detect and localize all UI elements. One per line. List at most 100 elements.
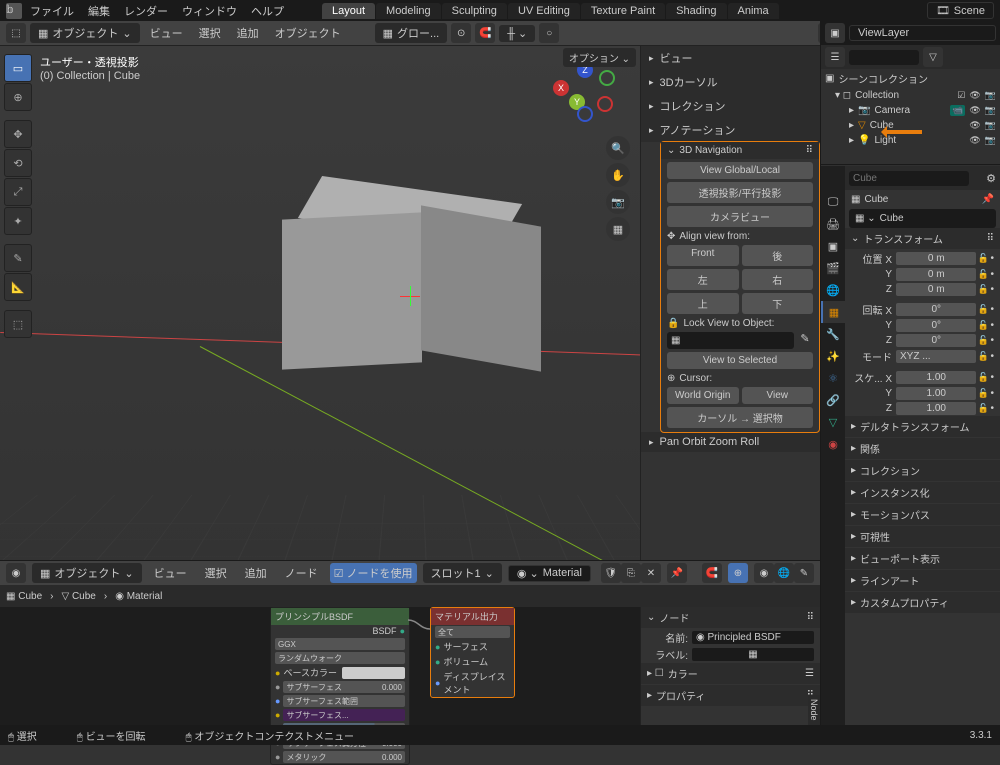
- manipulator-gizmo[interactable]: [400, 286, 420, 306]
- menu-edit[interactable]: 編集: [82, 1, 116, 21]
- lock-rm[interactable]: 🔓: [976, 351, 990, 362]
- tab-uv[interactable]: UV Editing: [508, 3, 580, 19]
- section-inst[interactable]: ▸インスタンス化: [845, 482, 1000, 503]
- coll-eye-icon[interactable]: 👁: [969, 90, 980, 101]
- props-options-icon[interactable]: ⚙: [986, 172, 996, 185]
- btn-right[interactable]: 右: [742, 269, 814, 290]
- lock-object-field[interactable]: ▦: [667, 332, 794, 349]
- btn-global-local[interactable]: View Global/Local: [667, 162, 813, 179]
- btn-back[interactable]: 後: [742, 245, 814, 266]
- cube-render-icon[interactable]: 📷: [985, 120, 996, 131]
- menu-render[interactable]: レンダー: [118, 1, 174, 21]
- persp-icon[interactable]: ▦: [606, 217, 630, 241]
- coll-render-icon[interactable]: 📷: [985, 90, 996, 101]
- snap-mode[interactable]: ╫ ⌄: [499, 25, 535, 42]
- btn-top[interactable]: 上: [667, 293, 739, 314]
- nshade-1[interactable]: ◉: [754, 563, 774, 583]
- pan-icon[interactable]: ✋: [606, 163, 630, 187]
- node-overlay-icon[interactable]: ⊕: [728, 563, 748, 583]
- cam-render-icon[interactable]: 📷: [985, 105, 996, 116]
- out-scene-coll[interactable]: ▣ シーンコレクション: [821, 69, 1000, 88]
- nside-label-val[interactable]: ▦: [692, 648, 814, 661]
- node-view[interactable]: ビュー: [148, 563, 193, 583]
- options-dropdown[interactable]: オプション ⌄: [563, 48, 636, 67]
- tool-cursor[interactable]: ⊕: [4, 83, 32, 111]
- npanel-view[interactable]: ▸ビュー: [641, 46, 820, 70]
- slot-dropdown[interactable]: スロット1 ⌄: [423, 563, 502, 583]
- section-coll[interactable]: ▸コレクション: [845, 460, 1000, 481]
- btn-cursor-view[interactable]: View: [742, 387, 814, 404]
- tool-addcube[interactable]: ⬚: [4, 310, 32, 338]
- nshade-3[interactable]: ✎: [794, 563, 814, 583]
- outliner-editor-icon[interactable]: ☰: [825, 47, 845, 67]
- mat-pin-icon[interactable]: 📌: [667, 563, 687, 583]
- mat-new-icon[interactable]: 🛡: [601, 563, 621, 583]
- gizmo-x[interactable]: X: [553, 80, 569, 96]
- rot-y-val[interactable]: 0°: [896, 319, 976, 332]
- nside-name-val[interactable]: ◉ Principled BSDF: [692, 631, 814, 644]
- lock-sx[interactable]: 🔓: [976, 372, 990, 383]
- btn-cursor-sel[interactable]: カーソル → 選択物: [667, 407, 813, 428]
- mat-copy-icon[interactable]: ⎘: [621, 563, 641, 583]
- sc-x-val[interactable]: 1.00: [896, 371, 976, 384]
- tool-rotate[interactable]: ⟲: [4, 149, 32, 177]
- ptab-constraint[interactable]: 🔗: [821, 389, 845, 411]
- hdr-add[interactable]: 追加: [231, 23, 265, 43]
- pos-x-val[interactable]: 0 m: [896, 252, 976, 265]
- outliner-search[interactable]: [849, 50, 919, 65]
- mode-dropdown[interactable]: ▦ オブジェクト ⌄: [30, 23, 140, 43]
- lock-rz[interactable]: 🔓: [976, 335, 990, 346]
- out-camera[interactable]: ▸ 📷 Camera 📹👁📷: [821, 103, 1000, 118]
- viewlayer-selector[interactable]: ViewLayer: [849, 25, 996, 41]
- node-sidetab[interactable]: Node: [808, 695, 820, 725]
- camera-icon[interactable]: 📷: [606, 190, 630, 214]
- bsdf-rw[interactable]: ランダムウォーク: [275, 652, 405, 664]
- lock-sz[interactable]: 🔓: [976, 403, 990, 414]
- node-material-output[interactable]: マテリアル出力 全て ●サーフェス ●ボリューム ●ディスプレイスメント: [430, 607, 515, 698]
- menu-window[interactable]: ウィンドウ: [176, 1, 243, 21]
- btn-left[interactable]: 左: [667, 269, 739, 290]
- section-vpdisp[interactable]: ▸ビューポート表示: [845, 548, 1000, 569]
- lock-rx[interactable]: 🔓: [976, 304, 990, 315]
- ptab-physics[interactable]: ⚛: [821, 367, 845, 389]
- section-lineart[interactable]: ▸ラインアート: [845, 570, 1000, 591]
- node-add[interactable]: 追加: [239, 563, 273, 583]
- ptab-object[interactable]: ▦: [821, 301, 845, 323]
- props-search[interactable]: [849, 171, 969, 186]
- viewlayer-icon[interactable]: ▣: [825, 23, 845, 43]
- basecolor-swatch[interactable]: [342, 667, 405, 679]
- section-relations[interactable]: ▸関係: [845, 438, 1000, 459]
- pivot-icon[interactable]: ⊙: [451, 23, 471, 43]
- mat-del-icon[interactable]: ✕: [641, 563, 661, 583]
- section-custom[interactable]: ▸カスタムプロパティ: [845, 592, 1000, 613]
- btn-world-origin[interactable]: World Origin: [667, 387, 739, 404]
- ptab-data[interactable]: ▽: [821, 411, 845, 433]
- node-node[interactable]: ノード: [279, 563, 324, 583]
- editor-type-icon[interactable]: ⬚: [6, 23, 26, 43]
- npanel-panorbit[interactable]: ▸Pan Orbit Zoom Roll: [641, 432, 820, 452]
- coll-check-icon[interactable]: ☑: [957, 90, 965, 101]
- menu-help[interactable]: ヘルプ: [245, 1, 290, 21]
- npanel-annotation[interactable]: ▸アノテーション: [641, 118, 820, 142]
- tool-scale[interactable]: ⤢: [4, 178, 32, 206]
- orientation-dropdown[interactable]: ▦ グロー...: [375, 23, 448, 43]
- bsdf-ggx[interactable]: GGX: [275, 638, 405, 650]
- prop-edit-icon[interactable]: ○: [539, 23, 559, 43]
- ptab-render[interactable]: 🖵: [821, 191, 845, 213]
- eyedropper-icon[interactable]: ✎: [797, 332, 813, 349]
- sld-metal[interactable]: メタリック0.000: [283, 751, 405, 763]
- out-collection[interactable]: ▾ ◻ Collection ☑👁📷: [821, 88, 1000, 103]
- pin-icon[interactable]: 📌: [982, 194, 994, 205]
- nside-node[interactable]: ⌄ノード⠿: [641, 607, 820, 628]
- btn-front[interactable]: Front: [667, 245, 739, 266]
- pos-z-val[interactable]: 0 m: [896, 283, 976, 296]
- btn-bottom[interactable]: 下: [742, 293, 814, 314]
- tab-texpaint[interactable]: Texture Paint: [581, 3, 665, 19]
- sc-z-val[interactable]: 1.00: [896, 402, 976, 415]
- snap-icon[interactable]: 🧲: [475, 23, 495, 43]
- sc-y-val[interactable]: 1.00: [896, 387, 976, 400]
- ptab-viewlayer[interactable]: ▣: [821, 235, 845, 257]
- tool-transform[interactable]: ✦: [4, 207, 32, 235]
- nshade-2[interactable]: 🌐: [774, 563, 794, 583]
- node-graph[interactable]: プリンシプルBSDF BSDF ● GGX ランダムウォーク ●ベースカラー ●…: [0, 607, 820, 725]
